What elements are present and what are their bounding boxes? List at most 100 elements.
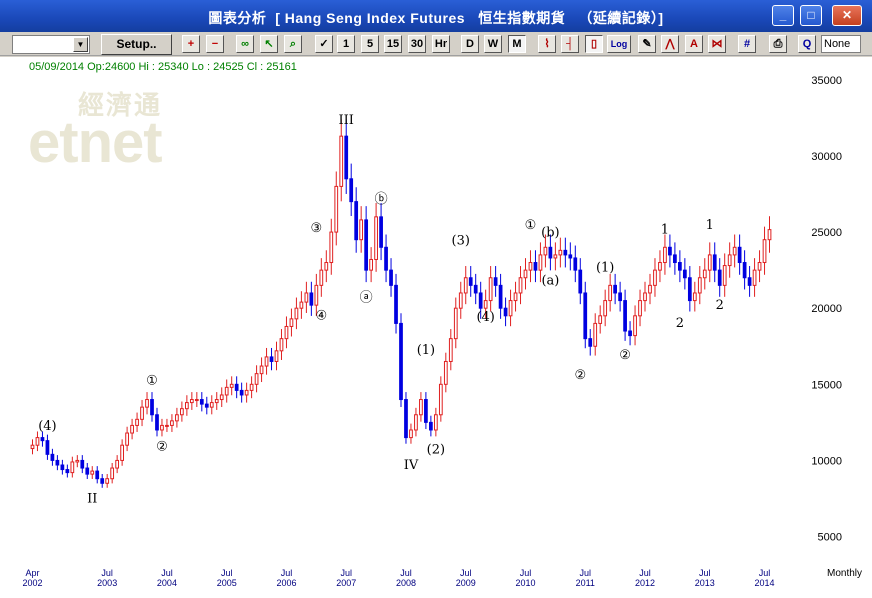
candle[interactable] xyxy=(573,257,578,271)
candle[interactable] xyxy=(374,216,378,260)
candle[interactable] xyxy=(160,424,164,431)
candle[interactable] xyxy=(732,246,737,256)
interval-hr-button[interactable]: Hr xyxy=(432,35,450,53)
candle[interactable] xyxy=(40,437,45,442)
arrow-cursor-icon[interactable]: ↖ xyxy=(260,35,278,53)
interval-5-button[interactable]: 5 xyxy=(361,35,379,53)
candle[interactable] xyxy=(189,399,194,404)
ah-icon[interactable]: A xyxy=(685,35,703,53)
candle[interactable] xyxy=(239,389,244,396)
log-scale-button[interactable]: Log xyxy=(607,35,631,53)
candle[interactable] xyxy=(209,402,214,408)
candle[interactable] xyxy=(344,135,349,180)
candle[interactable] xyxy=(244,389,249,396)
candle[interactable] xyxy=(678,262,682,271)
candle[interactable] xyxy=(757,262,762,271)
candle[interactable] xyxy=(339,135,344,187)
candle[interactable] xyxy=(384,246,388,271)
candle[interactable] xyxy=(399,322,403,401)
candle[interactable] xyxy=(110,467,115,480)
minimize-button[interactable]: _ xyxy=(772,5,794,26)
candle[interactable] xyxy=(523,269,528,279)
candle[interactable] xyxy=(638,300,642,317)
candle[interactable] xyxy=(438,383,443,416)
candle[interactable] xyxy=(712,254,717,271)
price-chart[interactable]: 5000100001500020000250003000035000Apr200… xyxy=(0,57,872,598)
candle[interactable] xyxy=(90,470,95,475)
candle[interactable] xyxy=(578,269,583,294)
candle[interactable] xyxy=(389,269,393,286)
candle[interactable] xyxy=(199,399,204,405)
query-icon[interactable]: Q xyxy=(798,35,816,53)
candle[interactable] xyxy=(249,383,254,391)
candle[interactable] xyxy=(563,249,568,256)
candle[interactable] xyxy=(613,284,618,294)
candle[interactable] xyxy=(483,300,488,309)
zoom-out-icon[interactable]: − xyxy=(206,35,224,53)
interval-w-button[interactable]: W xyxy=(484,35,502,53)
candle[interactable] xyxy=(284,325,289,340)
candle[interactable] xyxy=(184,402,189,410)
candle[interactable] xyxy=(264,356,269,367)
candle[interactable] xyxy=(334,185,339,233)
candle[interactable] xyxy=(135,418,139,426)
candle[interactable] xyxy=(433,414,438,431)
check-icon[interactable]: ✓ xyxy=(315,35,333,53)
candle[interactable] xyxy=(493,277,498,286)
candle[interactable] xyxy=(304,292,309,303)
candle[interactable] xyxy=(503,307,508,317)
candle[interactable] xyxy=(70,461,75,474)
candle[interactable] xyxy=(234,383,239,391)
candle[interactable] xyxy=(130,424,134,434)
candle[interactable] xyxy=(588,338,593,347)
candle[interactable] xyxy=(354,201,359,241)
candle[interactable] xyxy=(618,292,622,302)
candle[interactable] xyxy=(175,414,179,422)
candle[interactable] xyxy=(752,269,757,286)
candle[interactable] xyxy=(598,315,603,324)
candle[interactable] xyxy=(254,373,259,385)
candle[interactable] xyxy=(259,365,264,375)
line-chart-icon[interactable]: ⌇ xyxy=(538,35,556,53)
candle[interactable] xyxy=(658,262,662,271)
candle[interactable] xyxy=(553,254,558,259)
chevron-down-icon[interactable]: ▼ xyxy=(73,37,88,52)
chart-area[interactable]: 經濟通 etnet 05/09/2014 Op:24600 Hi : 25340… xyxy=(0,57,872,598)
candle[interactable] xyxy=(608,284,613,302)
candle[interactable] xyxy=(224,386,229,396)
candle[interactable] xyxy=(214,399,219,404)
candle[interactable] xyxy=(722,265,727,286)
candle[interactable] xyxy=(603,300,608,317)
candle[interactable] xyxy=(508,300,513,317)
candle[interactable] xyxy=(668,246,672,256)
candle[interactable] xyxy=(747,277,752,286)
print-icon[interactable]: ⎙ xyxy=(769,35,787,53)
candle[interactable] xyxy=(633,315,637,337)
candle[interactable] xyxy=(692,292,697,302)
candle[interactable] xyxy=(443,360,448,385)
candle[interactable] xyxy=(65,469,70,474)
candle[interactable] xyxy=(518,277,523,294)
candle[interactable] xyxy=(533,262,538,271)
candle[interactable] xyxy=(180,408,184,416)
candle[interactable] xyxy=(767,229,772,241)
candle[interactable] xyxy=(473,284,478,294)
candle[interactable] xyxy=(204,403,209,408)
interval-15-button[interactable]: 15 xyxy=(384,35,402,53)
candle[interactable] xyxy=(653,269,657,286)
candle[interactable] xyxy=(687,277,692,302)
compare-icon[interactable]: ⋈ xyxy=(708,35,726,53)
candle[interactable] xyxy=(742,262,747,279)
candle[interactable] xyxy=(409,429,413,439)
interval-1-button[interactable]: 1 xyxy=(337,35,355,53)
candle[interactable] xyxy=(429,421,433,431)
candle[interactable] xyxy=(702,269,707,279)
candle[interactable] xyxy=(45,440,50,455)
candle[interactable] xyxy=(150,399,154,416)
candle[interactable] xyxy=(319,269,324,286)
candle[interactable] xyxy=(538,254,543,271)
candle[interactable] xyxy=(513,292,518,302)
candle[interactable] xyxy=(50,453,55,461)
candle[interactable] xyxy=(628,330,632,337)
candle[interactable] xyxy=(194,399,199,402)
